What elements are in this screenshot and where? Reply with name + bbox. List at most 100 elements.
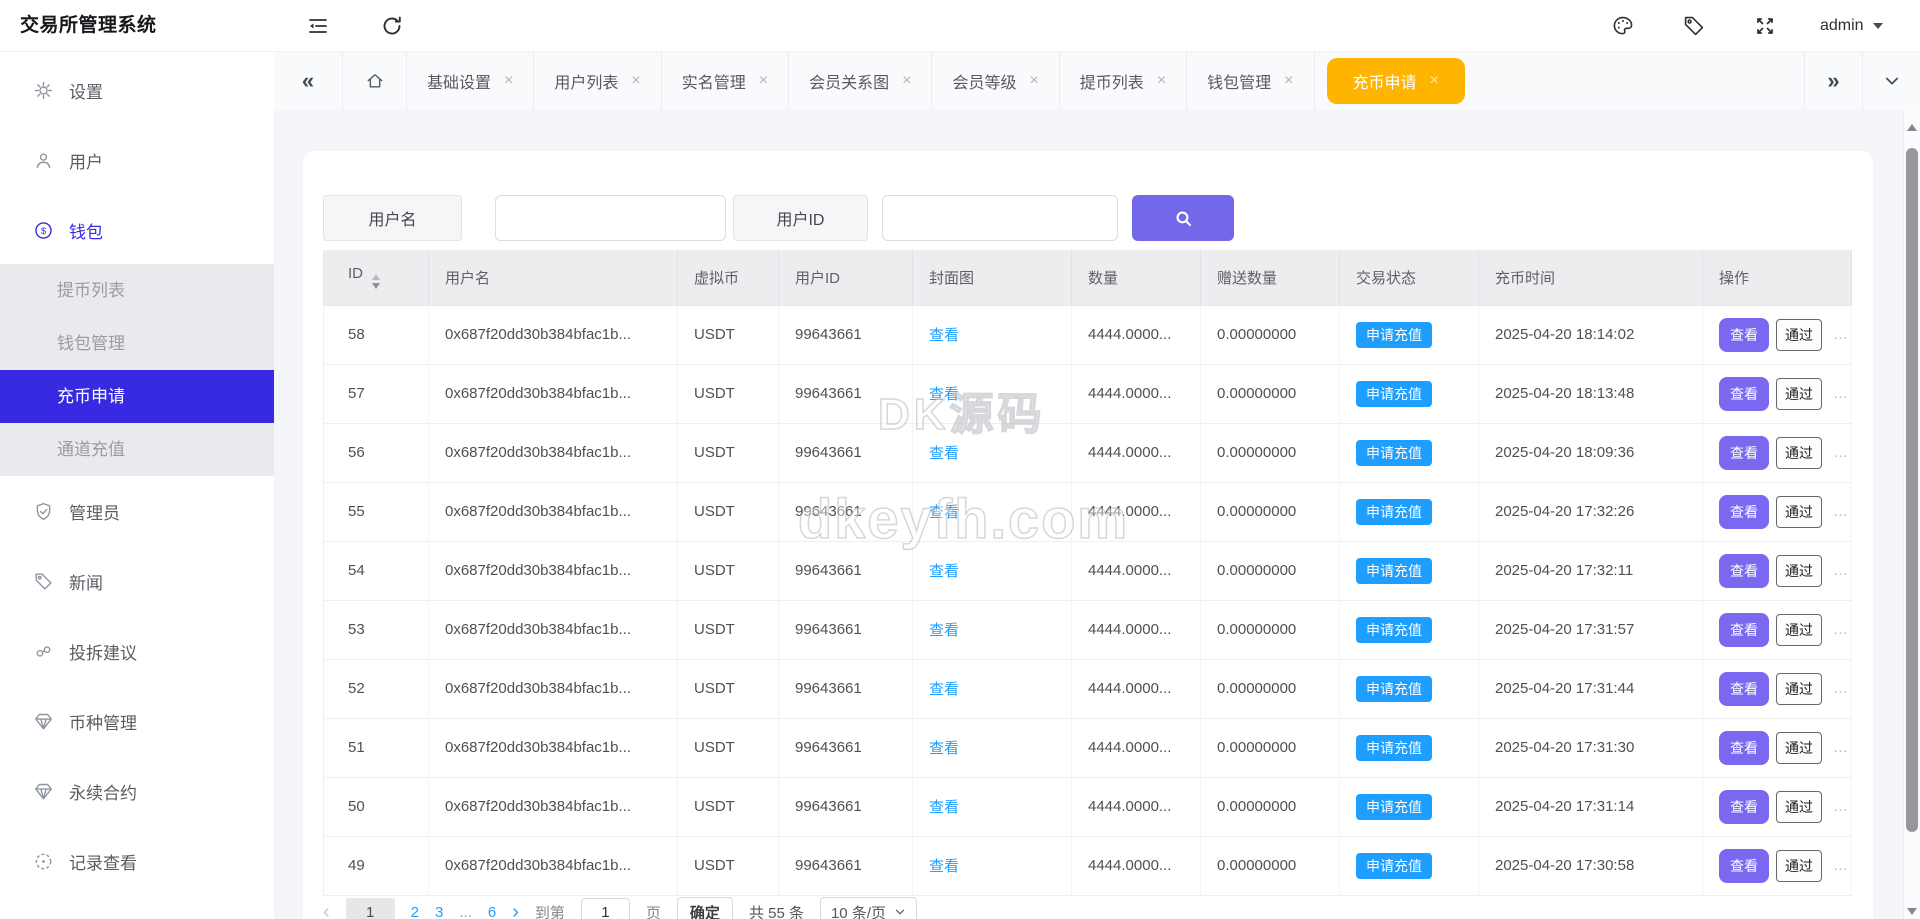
close-icon[interactable]: ×: [902, 73, 911, 89]
sidebar-subitem-钱包管理[interactable]: 钱包管理: [0, 317, 274, 370]
approve-button[interactable]: 通过: [1776, 672, 1822, 705]
cover-view-link[interactable]: 查看: [929, 327, 959, 344]
tab-用户列表[interactable]: 用户列表 ×: [534, 52, 662, 110]
goto-page-input[interactable]: [580, 898, 630, 919]
tab-钱包管理[interactable]: 钱包管理 ×: [1187, 52, 1315, 110]
scrollbar-up-arrow[interactable]: [1904, 124, 1920, 131]
menu-collapse-icon[interactable]: [306, 14, 330, 38]
pagination-next[interactable]: ›: [512, 902, 519, 919]
more-actions[interactable]: …: [1833, 798, 1850, 815]
sidebar-subitem-提币列表[interactable]: 提币列表: [0, 264, 274, 317]
refresh-icon[interactable]: [380, 14, 404, 38]
sidebar-item-1[interactable]: 设置: [0, 68, 274, 112]
sidebar-item-5[interactable]: 新闻: [0, 559, 274, 603]
view-button[interactable]: 查看: [1719, 435, 1769, 470]
approve-button[interactable]: 通过: [1776, 554, 1822, 587]
close-icon[interactable]: ×: [631, 73, 640, 89]
view-button[interactable]: 查看: [1719, 376, 1769, 411]
sort-arrows-icon[interactable]: [372, 274, 380, 290]
close-icon[interactable]: ×: [1284, 73, 1293, 89]
home-tab-button[interactable]: [343, 52, 407, 110]
tabs-scroll-left-button[interactable]: «: [274, 52, 343, 110]
cover-view-link[interactable]: 查看: [929, 681, 959, 698]
more-actions[interactable]: …: [1833, 857, 1850, 874]
column-header-ID[interactable]: ID: [323, 250, 429, 306]
more-actions[interactable]: …: [1833, 385, 1850, 402]
sidebar-item-2[interactable]: 用户: [0, 138, 274, 182]
approve-button[interactable]: 通过: [1776, 849, 1822, 882]
pagination-page-6[interactable]: 6: [488, 904, 496, 919]
approve-button[interactable]: 通过: [1776, 377, 1822, 410]
view-button[interactable]: 查看: [1719, 848, 1769, 883]
sidebar-item-4[interactable]: 管理员: [0, 489, 274, 533]
scrollbar-thumb[interactable]: [1906, 148, 1918, 832]
pagination-page-current[interactable]: 1: [345, 898, 395, 919]
sort-asc-icon[interactable]: [372, 274, 380, 281]
view-button[interactable]: 查看: [1719, 612, 1769, 647]
view-button[interactable]: 查看: [1719, 553, 1769, 588]
page-size-select[interactable]: 10 条/页: [819, 897, 917, 919]
pagination-prev[interactable]: ‹: [323, 902, 330, 919]
tag-icon[interactable]: [1682, 14, 1706, 38]
cover-view-link[interactable]: 查看: [929, 563, 959, 580]
sidebar-subitem-通道充值[interactable]: 通道充值: [0, 423, 274, 476]
close-icon[interactable]: ×: [1430, 73, 1439, 89]
tab-会员等级[interactable]: 会员等级 ×: [932, 52, 1060, 110]
view-button[interactable]: 查看: [1719, 730, 1769, 765]
tab-实名管理[interactable]: 实名管理 ×: [662, 52, 790, 110]
view-button[interactable]: 查看: [1719, 671, 1769, 706]
cover-view-link[interactable]: 查看: [929, 445, 959, 462]
cover-view-link[interactable]: 查看: [929, 799, 959, 816]
admin-user-menu[interactable]: admin: [1820, 0, 1883, 52]
more-actions[interactable]: …: [1833, 503, 1850, 520]
cover-view-link[interactable]: 查看: [929, 386, 959, 403]
tabs-menu-button[interactable]: [1862, 52, 1920, 110]
cover-view-link[interactable]: 查看: [929, 504, 959, 521]
more-actions[interactable]: …: [1833, 562, 1850, 579]
approve-button[interactable]: 通过: [1776, 495, 1822, 528]
more-actions[interactable]: …: [1833, 739, 1850, 756]
sidebar-item-7[interactable]: 币种管理: [0, 699, 274, 743]
approve-button[interactable]: 通过: [1776, 613, 1822, 646]
approve-button[interactable]: 通过: [1776, 790, 1822, 823]
scrollbar-down-arrow[interactable]: [1904, 908, 1920, 915]
sidebar-item-8[interactable]: 永续合约: [0, 769, 274, 813]
cover-view-link[interactable]: 查看: [929, 622, 959, 639]
more-actions[interactable]: …: [1833, 444, 1850, 461]
view-button[interactable]: 查看: [1719, 494, 1769, 529]
tab-提币列表[interactable]: 提币列表 ×: [1060, 52, 1188, 110]
search-button[interactable]: [1132, 195, 1234, 241]
sort-desc-icon[interactable]: [372, 283, 380, 290]
view-button[interactable]: 查看: [1719, 317, 1769, 352]
tab-充币申请[interactable]: 充币申请 ×: [1326, 58, 1465, 104]
sidebar-item-9[interactable]: 记录查看: [0, 839, 274, 883]
pagination-page-2[interactable]: 2: [411, 904, 419, 919]
theme-palette-icon[interactable]: [1611, 14, 1635, 38]
cover-view-link[interactable]: 查看: [929, 740, 959, 757]
approve-button[interactable]: 通过: [1776, 436, 1822, 469]
close-icon[interactable]: ×: [759, 73, 768, 89]
view-button[interactable]: 查看: [1719, 789, 1769, 824]
sidebar-item-3[interactable]: $ 钱包: [0, 208, 274, 252]
close-icon[interactable]: ×: [1157, 73, 1166, 89]
approve-button[interactable]: 通过: [1776, 318, 1822, 351]
sidebar-item-6[interactable]: 投拆建议: [0, 629, 274, 673]
goto-confirm-button[interactable]: 确定: [676, 897, 733, 919]
more-actions[interactable]: …: [1833, 680, 1850, 697]
sidebar-subitem-充币申请[interactable]: 充币申请: [0, 370, 274, 423]
vertical-scrollbar[interactable]: [1903, 110, 1920, 919]
approve-button[interactable]: 通过: [1776, 731, 1822, 764]
username-input[interactable]: [495, 195, 726, 241]
more-actions[interactable]: …: [1833, 621, 1850, 638]
fullscreen-icon[interactable]: [1753, 14, 1777, 38]
cell-status: 申请充值: [1339, 600, 1479, 660]
more-actions[interactable]: …: [1833, 326, 1850, 343]
close-icon[interactable]: ×: [504, 73, 513, 89]
close-icon[interactable]: ×: [1029, 73, 1038, 89]
userid-input[interactable]: [882, 195, 1118, 241]
cover-view-link[interactable]: 查看: [929, 858, 959, 875]
pagination-page-3[interactable]: 3: [435, 904, 443, 919]
tabs-scroll-right-button[interactable]: »: [1804, 52, 1862, 110]
tab-会员关系图[interactable]: 会员关系图 ×: [789, 52, 933, 110]
tab-基础设置[interactable]: 基础设置 ×: [407, 52, 535, 110]
